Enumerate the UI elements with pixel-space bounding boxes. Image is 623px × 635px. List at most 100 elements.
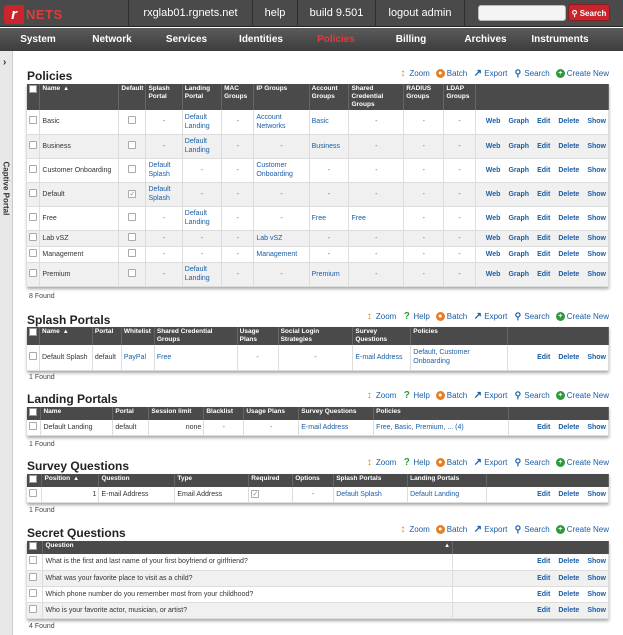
table-cell[interactable]: Default Landing: [182, 262, 223, 287]
table-cell[interactable]: Default, Customer Onboarding: [410, 345, 509, 371]
delete-link[interactable]: Delete: [558, 591, 579, 598]
nav-identities[interactable]: Identities: [225, 28, 297, 51]
table-row[interactable]: Default Landing default none - - E-mail Addre…: [27, 420, 610, 436]
row-checkbox[interactable]: [29, 588, 37, 597]
search-button[interactable]: ⚲ Search: [513, 525, 550, 535]
show-link[interactable]: Show: [587, 235, 606, 242]
table-row[interactable]: Which phone number do you remember most …: [27, 586, 609, 603]
edit-link[interactable]: Edit: [537, 607, 550, 614]
create-new-button[interactable]: + Create New: [555, 525, 609, 534]
show-link[interactable]: Show: [587, 491, 606, 498]
nav-policies[interactable]: Policies: [297, 28, 375, 51]
table-row[interactable]: Who is your favorite actor, musician, or…: [27, 602, 609, 619]
sidebar-section-label[interactable]: Captive Portal: [2, 162, 11, 216]
col-mac-groups[interactable]: MAC Groups: [221, 84, 255, 110]
web-link[interactable]: Web: [486, 143, 501, 150]
table-cell[interactable]: Default Landing: [182, 110, 223, 135]
batch-button[interactable]: ● Batch: [435, 391, 467, 400]
web-link[interactable]: Web: [486, 118, 501, 125]
col-question[interactable]: Question ▲: [42, 541, 454, 554]
global-search-button[interactable]: ⚲ Search: [568, 4, 610, 21]
create-new-button[interactable]: + Create New: [555, 69, 609, 78]
graph-link[interactable]: Graph: [508, 251, 529, 258]
row-checkbox[interactable]: [29, 164, 37, 173]
delete-link[interactable]: Delete: [558, 491, 579, 498]
search-button[interactable]: ⚲ Search: [513, 312, 550, 322]
search-button[interactable]: ⚲ Search: [513, 391, 550, 401]
delete-link[interactable]: Delete: [558, 558, 579, 565]
export-button[interactable]: ↗ Export: [473, 312, 508, 322]
row-checkbox[interactable]: [29, 572, 37, 581]
row-checkbox[interactable]: [29, 188, 37, 197]
table-row[interactable]: What was your favorite place to visit as…: [27, 570, 609, 587]
select-all-checkbox[interactable]: [27, 474, 43, 487]
row-checkbox[interactable]: [29, 421, 37, 430]
table-row[interactable]: What is the first and last name of your …: [27, 554, 609, 571]
help-button[interactable]: ? Help: [402, 458, 430, 468]
col-shared-credential-groups[interactable]: Shared Credential Groups: [348, 84, 405, 110]
table-cell[interactable]: Management: [253, 246, 310, 263]
zoom-button[interactable]: ↕ Zoom: [365, 312, 396, 322]
export-button[interactable]: ↗ Export: [473, 69, 508, 79]
show-link[interactable]: Show: [587, 143, 606, 150]
col-landing-portals[interactable]: Landing Portals: [407, 474, 487, 487]
delete-link[interactable]: Delete: [558, 251, 579, 258]
select-all-checkbox[interactable]: [27, 407, 42, 420]
row-checkbox[interactable]: [29, 604, 37, 613]
export-button[interactable]: ↗ Export: [473, 458, 508, 468]
row-checkbox[interactable]: [29, 351, 37, 360]
table-cell[interactable]: Free: [309, 206, 350, 231]
col-usage-plans[interactable]: Usage Plans: [237, 327, 279, 345]
select-all-checkbox[interactable]: [27, 541, 44, 554]
zoom-button[interactable]: ↕ Zoom: [398, 525, 429, 535]
delete-link[interactable]: Delete: [558, 215, 579, 222]
edit-link[interactable]: Edit: [537, 591, 550, 598]
table-cell[interactable]: Account Networks: [253, 110, 310, 135]
graph-link[interactable]: Graph: [508, 191, 529, 198]
col-usage-plans[interactable]: Usage Plans: [243, 407, 300, 420]
row-checkbox[interactable]: [29, 248, 37, 257]
show-link[interactable]: Show: [587, 215, 606, 222]
col-name[interactable]: Name ▲: [39, 84, 120, 110]
col-options[interactable]: Options: [292, 474, 335, 487]
graph-link[interactable]: Graph: [508, 118, 529, 125]
table-cell[interactable]: Default Splash: [145, 158, 183, 183]
table-row[interactable]: Basic - Default Landing - Account Networks Ba…: [27, 110, 610, 135]
table-row[interactable]: Free - Default Landing - - Free Free - - Web Graph…: [27, 206, 610, 231]
edit-link[interactable]: Edit: [537, 558, 550, 565]
table-cell[interactable]: Default Landing: [182, 134, 223, 159]
table-cell[interactable]: Free: [154, 345, 238, 371]
help-button[interactable]: ? Help: [402, 391, 430, 401]
show-link[interactable]: Show: [587, 271, 606, 278]
col-position[interactable]: Position ▲: [41, 474, 100, 487]
table-cell[interactable]: Lab vSZ: [253, 230, 310, 247]
edit-link[interactable]: Edit: [537, 491, 550, 498]
search-button[interactable]: ⚲ Search: [513, 458, 550, 468]
show-link[interactable]: Show: [587, 354, 606, 361]
edit-link[interactable]: Edit: [537, 215, 550, 222]
col-landing-portal[interactable]: Landing Portal: [182, 84, 223, 110]
delete-link[interactable]: Delete: [558, 575, 579, 582]
col-session-limit[interactable]: Session limit: [148, 407, 205, 420]
nav-instruments[interactable]: Instruments: [524, 28, 596, 51]
col-whitelist[interactable]: Whitelist: [121, 327, 155, 345]
edit-link[interactable]: Edit: [537, 118, 550, 125]
edit-link[interactable]: Edit: [537, 424, 550, 431]
table-cell[interactable]: Premium: [309, 262, 350, 287]
delete-link[interactable]: Delete: [558, 118, 579, 125]
zoom-button[interactable]: ↕ Zoom: [365, 458, 396, 468]
graph-link[interactable]: Graph: [508, 271, 529, 278]
table-cell[interactable]: Free, Basic, Premium, ... (4): [373, 420, 509, 436]
table-cell[interactable]: PayPal: [121, 345, 155, 371]
web-link[interactable]: Web: [486, 271, 501, 278]
help-button[interactable]: ? Help: [402, 312, 430, 322]
help-link[interactable]: help: [253, 0, 297, 27]
edit-link[interactable]: Edit: [537, 167, 550, 174]
col-name[interactable]: Name: [40, 407, 114, 420]
graph-link[interactable]: Graph: [508, 167, 529, 174]
edit-link[interactable]: Edit: [537, 575, 550, 582]
row-checkbox[interactable]: [29, 268, 37, 277]
edit-link[interactable]: Edit: [537, 271, 550, 278]
table-cell[interactable]: E-mail Address: [352, 345, 412, 371]
table-row[interactable]: Management - - - Management - - - - Web Graph Edit D…: [27, 246, 610, 263]
